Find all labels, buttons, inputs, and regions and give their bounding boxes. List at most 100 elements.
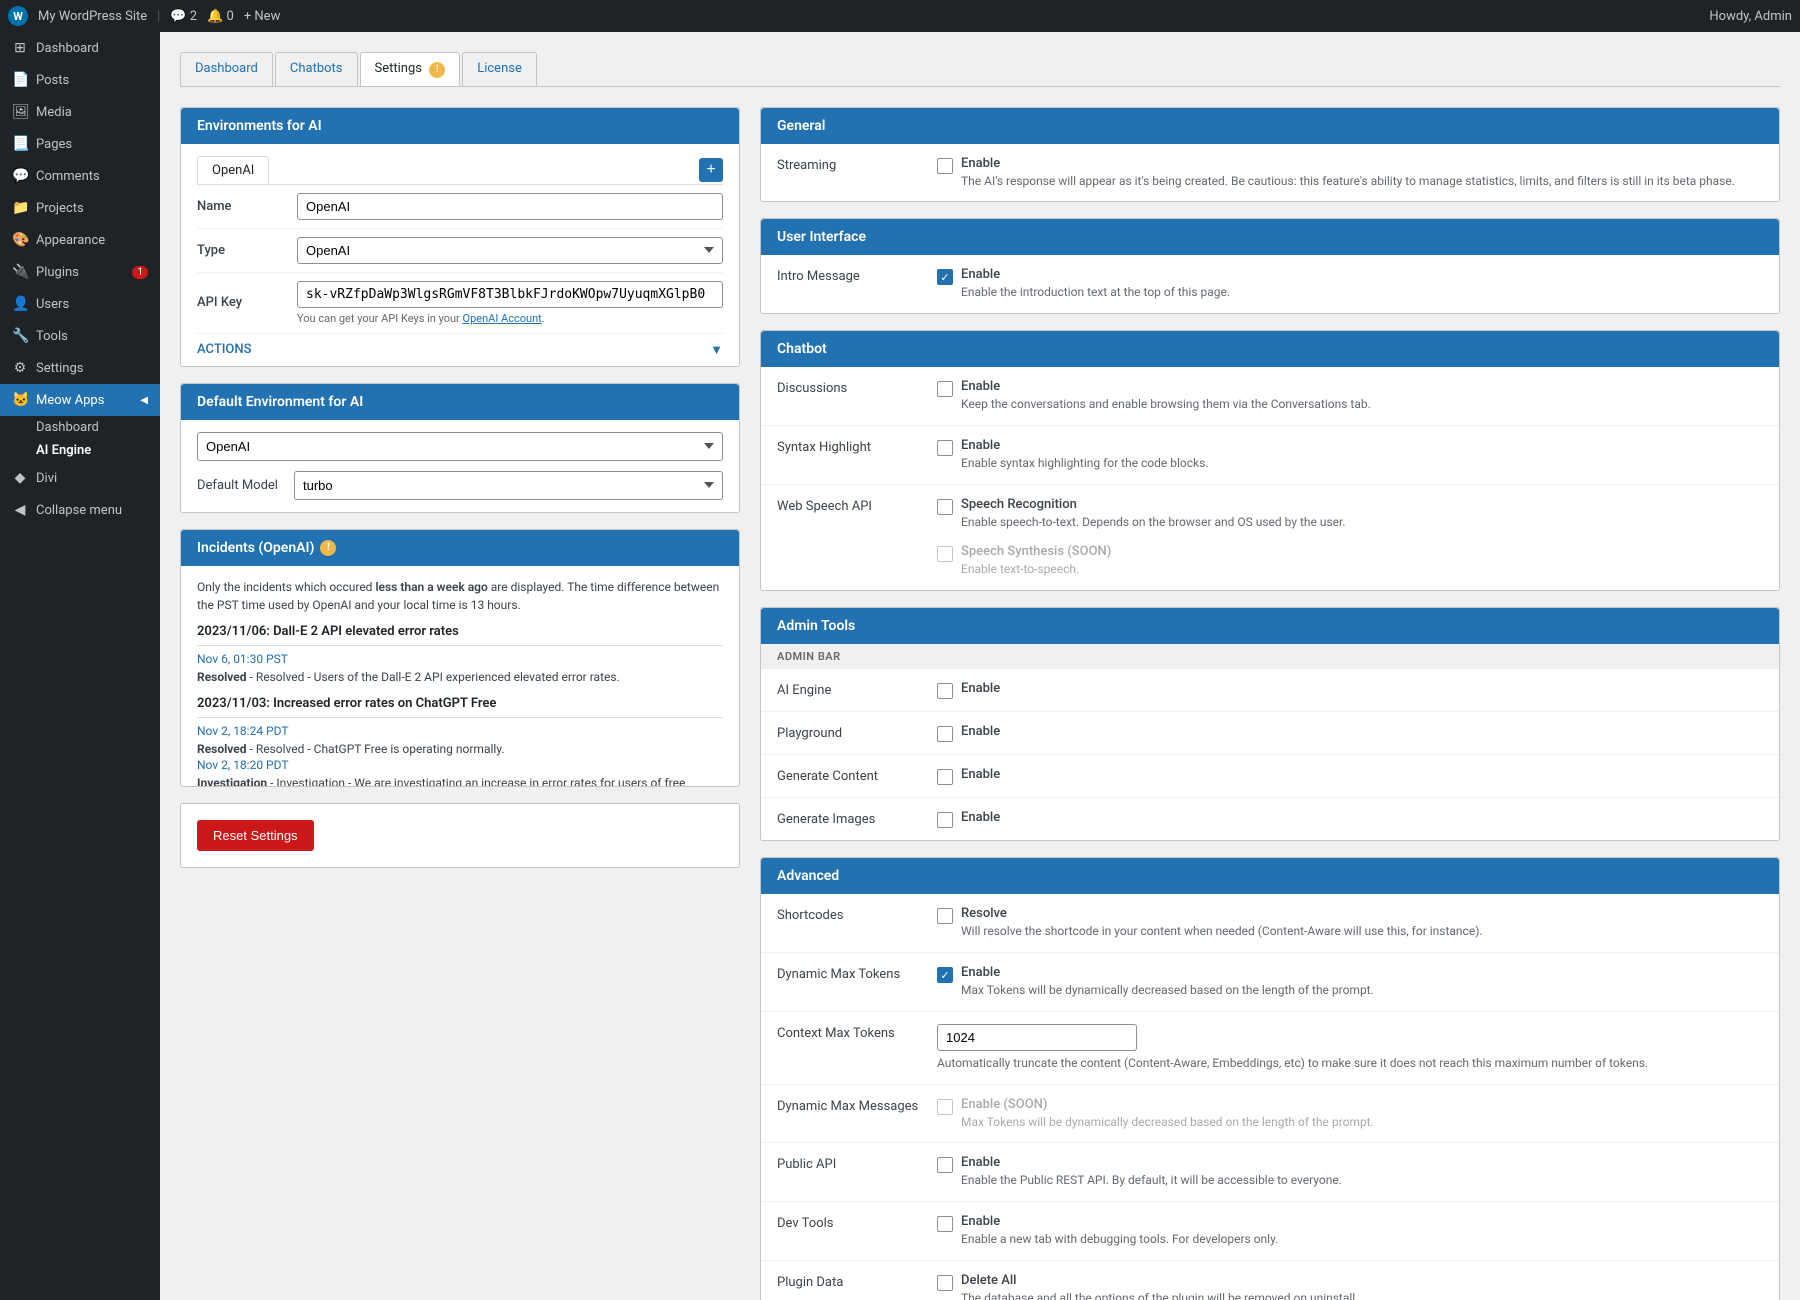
env-tab-openai[interactable]: OpenAI: [197, 156, 269, 184]
settings-icon: ⚙: [12, 360, 28, 376]
advanced-section: Advanced Shortcodes Resolve Will resolve…: [760, 857, 1780, 1300]
generate-images-checkbox[interactable]: [937, 812, 953, 828]
speech-checkbox[interactable]: [937, 499, 953, 515]
speech-row: Web Speech API Speech Recognition Enable…: [761, 485, 1779, 591]
dynamic-max-messages-label: Dynamic Max Messages: [777, 1097, 937, 1114]
sidebar-item-users[interactable]: 👤 Users: [0, 288, 160, 320]
discussions-checkbox[interactable]: [937, 381, 953, 397]
sidebar-item-posts[interactable]: 📄 Posts: [0, 64, 160, 96]
name-input[interactable]: [297, 193, 723, 220]
dev-tools-label: Dev Tools: [777, 1214, 937, 1231]
speech-synthesis-row: Speech Synthesis (SOON) Enable text-to-s…: [937, 544, 1111, 578]
incidents-section: Incidents (OpenAI) ! Only the incidents …: [180, 529, 740, 787]
generate-content-checkbox[interactable]: [937, 769, 953, 785]
syntax-control: Enable Enable syntax highlighting for th…: [937, 438, 1763, 472]
left-column: Environments for AI OpenAI + Name: [180, 107, 740, 1300]
general-section: General Streaming Enable The AI's respon…: [760, 107, 1780, 203]
sidebar-item-collapse[interactable]: ◀ Collapse menu: [0, 494, 160, 526]
dynamic-max-messages-enable: Enable (SOON): [961, 1097, 1763, 1112]
sidebar-item-comments[interactable]: 💬 Comments: [0, 160, 160, 192]
sidebar-item-appearance[interactable]: 🎨 Appearance: [0, 224, 160, 256]
dashboard-icon: ⊞: [12, 40, 28, 56]
dynamic-max-messages-desc: Max Tokens will be dynamically decreased…: [961, 1115, 1374, 1129]
streaming-checkbox[interactable]: [937, 158, 953, 174]
sidebar-item-plugins[interactable]: 🔌 Plugins 1: [0, 256, 160, 288]
default-env-section: Default Environment for AI OpenAI Defaul…: [180, 383, 740, 513]
plugins-icon: 🔌: [12, 264, 28, 280]
openai-account-link[interactable]: OpenAI Account: [463, 312, 542, 325]
dynamic-max-messages-checkbox[interactable]: [937, 1099, 953, 1115]
generate-content-row: Generate Content Enable: [761, 755, 1779, 798]
sidebar-item-pages[interactable]: 📃 Pages: [0, 128, 160, 160]
dynamic-max-tokens-checkbox[interactable]: [937, 967, 953, 983]
ai-engine-admin-checkbox[interactable]: [937, 683, 953, 699]
syntax-checkbox[interactable]: [937, 440, 953, 456]
environments-title: Environments for AI: [181, 108, 739, 144]
sidebar-sub-dashboard[interactable]: Dashboard: [0, 416, 160, 439]
playground-enable: Enable: [961, 724, 1000, 739]
right-column: General Streaming Enable The AI's respon…: [760, 107, 1780, 1300]
tab-dashboard[interactable]: Dashboard: [180, 52, 273, 86]
generate-content-enable: Enable: [961, 767, 1000, 782]
meow-apps-icon: 🐱: [12, 392, 28, 408]
intro-message-checkbox[interactable]: [937, 269, 953, 285]
sidebar-item-settings[interactable]: ⚙ Settings: [0, 352, 160, 384]
default-model-select[interactable]: turbo gpt-4 gpt-3.5-turbo: [294, 471, 723, 500]
top-bar-updates[interactable]: 🔔 0: [207, 9, 234, 24]
speech-recognition-row: Speech Recognition Enable speech-to-text…: [937, 497, 1346, 531]
api-key-input[interactable]: [297, 281, 723, 308]
incident-title-1: 2023/11/06: Dall-E 2 API elevated error …: [197, 624, 723, 646]
shortcodes-checkbox[interactable]: [937, 908, 953, 924]
generate-images-enable: Enable: [961, 810, 1000, 825]
api-key-hint: You can get your API Keys in your OpenAI…: [297, 312, 723, 325]
type-select[interactable]: OpenAI Azure Custom: [297, 237, 723, 264]
sidebar-item-tools[interactable]: 🔧 Tools: [0, 320, 160, 352]
plugin-data-label: Plugin Data: [777, 1273, 937, 1290]
tab-chatbots[interactable]: Chatbots: [275, 52, 358, 86]
incidents-desc: Only the incidents which occured less th…: [197, 578, 723, 614]
playground-checkbox[interactable]: [937, 726, 953, 742]
sidebar-item-projects[interactable]: 📁 Projects: [0, 192, 160, 224]
incident-timestamp-1: Nov 6, 01:30 PST: [197, 652, 723, 666]
streaming-control: Enable The AI's response will appear as …: [937, 156, 1763, 190]
synthesis-checkbox[interactable]: [937, 546, 953, 562]
sidebar-item-meow-apps[interactable]: 🐱 Meow Apps ◀: [0, 384, 160, 416]
plugin-data-checkbox[interactable]: [937, 1275, 953, 1291]
dev-tools-checkbox[interactable]: [937, 1216, 953, 1232]
dynamic-max-tokens-desc: Max Tokens will be dynamically decreased…: [961, 983, 1374, 997]
tab-settings[interactable]: Settings !: [360, 52, 461, 86]
incidents-info-icon[interactable]: !: [320, 540, 336, 556]
sidebar-item-dashboard[interactable]: ⊞ Dashboard: [0, 32, 160, 64]
generate-content-label: Generate Content: [777, 767, 937, 784]
comments-icon: 💬: [12, 168, 28, 184]
tab-license[interactable]: License: [462, 52, 537, 86]
default-env-select[interactable]: OpenAI: [197, 432, 723, 461]
env-tabs: OpenAI +: [197, 156, 723, 185]
sidebar-item-media[interactable]: 🖼 Media: [0, 96, 160, 128]
discussions-desc: Keep the conversations and enable browsi…: [961, 397, 1371, 411]
default-model-row: Default Model turbo gpt-4 gpt-3.5-turbo: [197, 471, 723, 500]
sidebar-sub-ai-engine[interactable]: AI Engine: [0, 439, 160, 462]
public-api-checkbox[interactable]: [937, 1157, 953, 1173]
context-max-tokens-input[interactable]: [937, 1024, 1137, 1051]
environments-section: Environments for AI OpenAI + Name: [180, 107, 740, 367]
discussions-enable: Enable: [961, 379, 1763, 394]
plugin-data-control: Delete All The database and all the opti…: [937, 1273, 1763, 1300]
add-env-button[interactable]: +: [699, 158, 723, 182]
type-label: Type: [197, 243, 297, 258]
settings-badge: !: [429, 62, 445, 78]
reset-settings-button[interactable]: Reset Settings: [197, 820, 314, 851]
main-content: Dashboard Chatbots Settings ! License En…: [160, 32, 1800, 1300]
intro-desc: Enable the introduction text at the top …: [961, 285, 1230, 299]
sidebar-item-label: Media: [36, 105, 72, 120]
ai-engine-admin-row: AI Engine Enable: [761, 669, 1779, 712]
actions-row[interactable]: ACTIONS ▼: [197, 334, 723, 366]
dev-tools-desc: Enable a new tab with debugging tools. F…: [961, 1232, 1278, 1246]
incidents-title: Incidents (OpenAI) !: [181, 530, 739, 566]
plugin-data-desc: The database and all the options of the …: [961, 1291, 1358, 1300]
top-bar-comments[interactable]: 💬 2: [170, 9, 197, 24]
sidebar-item-divi[interactable]: ◆ Divi: [0, 462, 160, 494]
top-bar-site[interactable]: My WordPress Site: [38, 9, 147, 24]
syntax-desc: Enable syntax highlighting for the code …: [961, 456, 1208, 470]
top-bar-new[interactable]: + New: [244, 9, 281, 24]
